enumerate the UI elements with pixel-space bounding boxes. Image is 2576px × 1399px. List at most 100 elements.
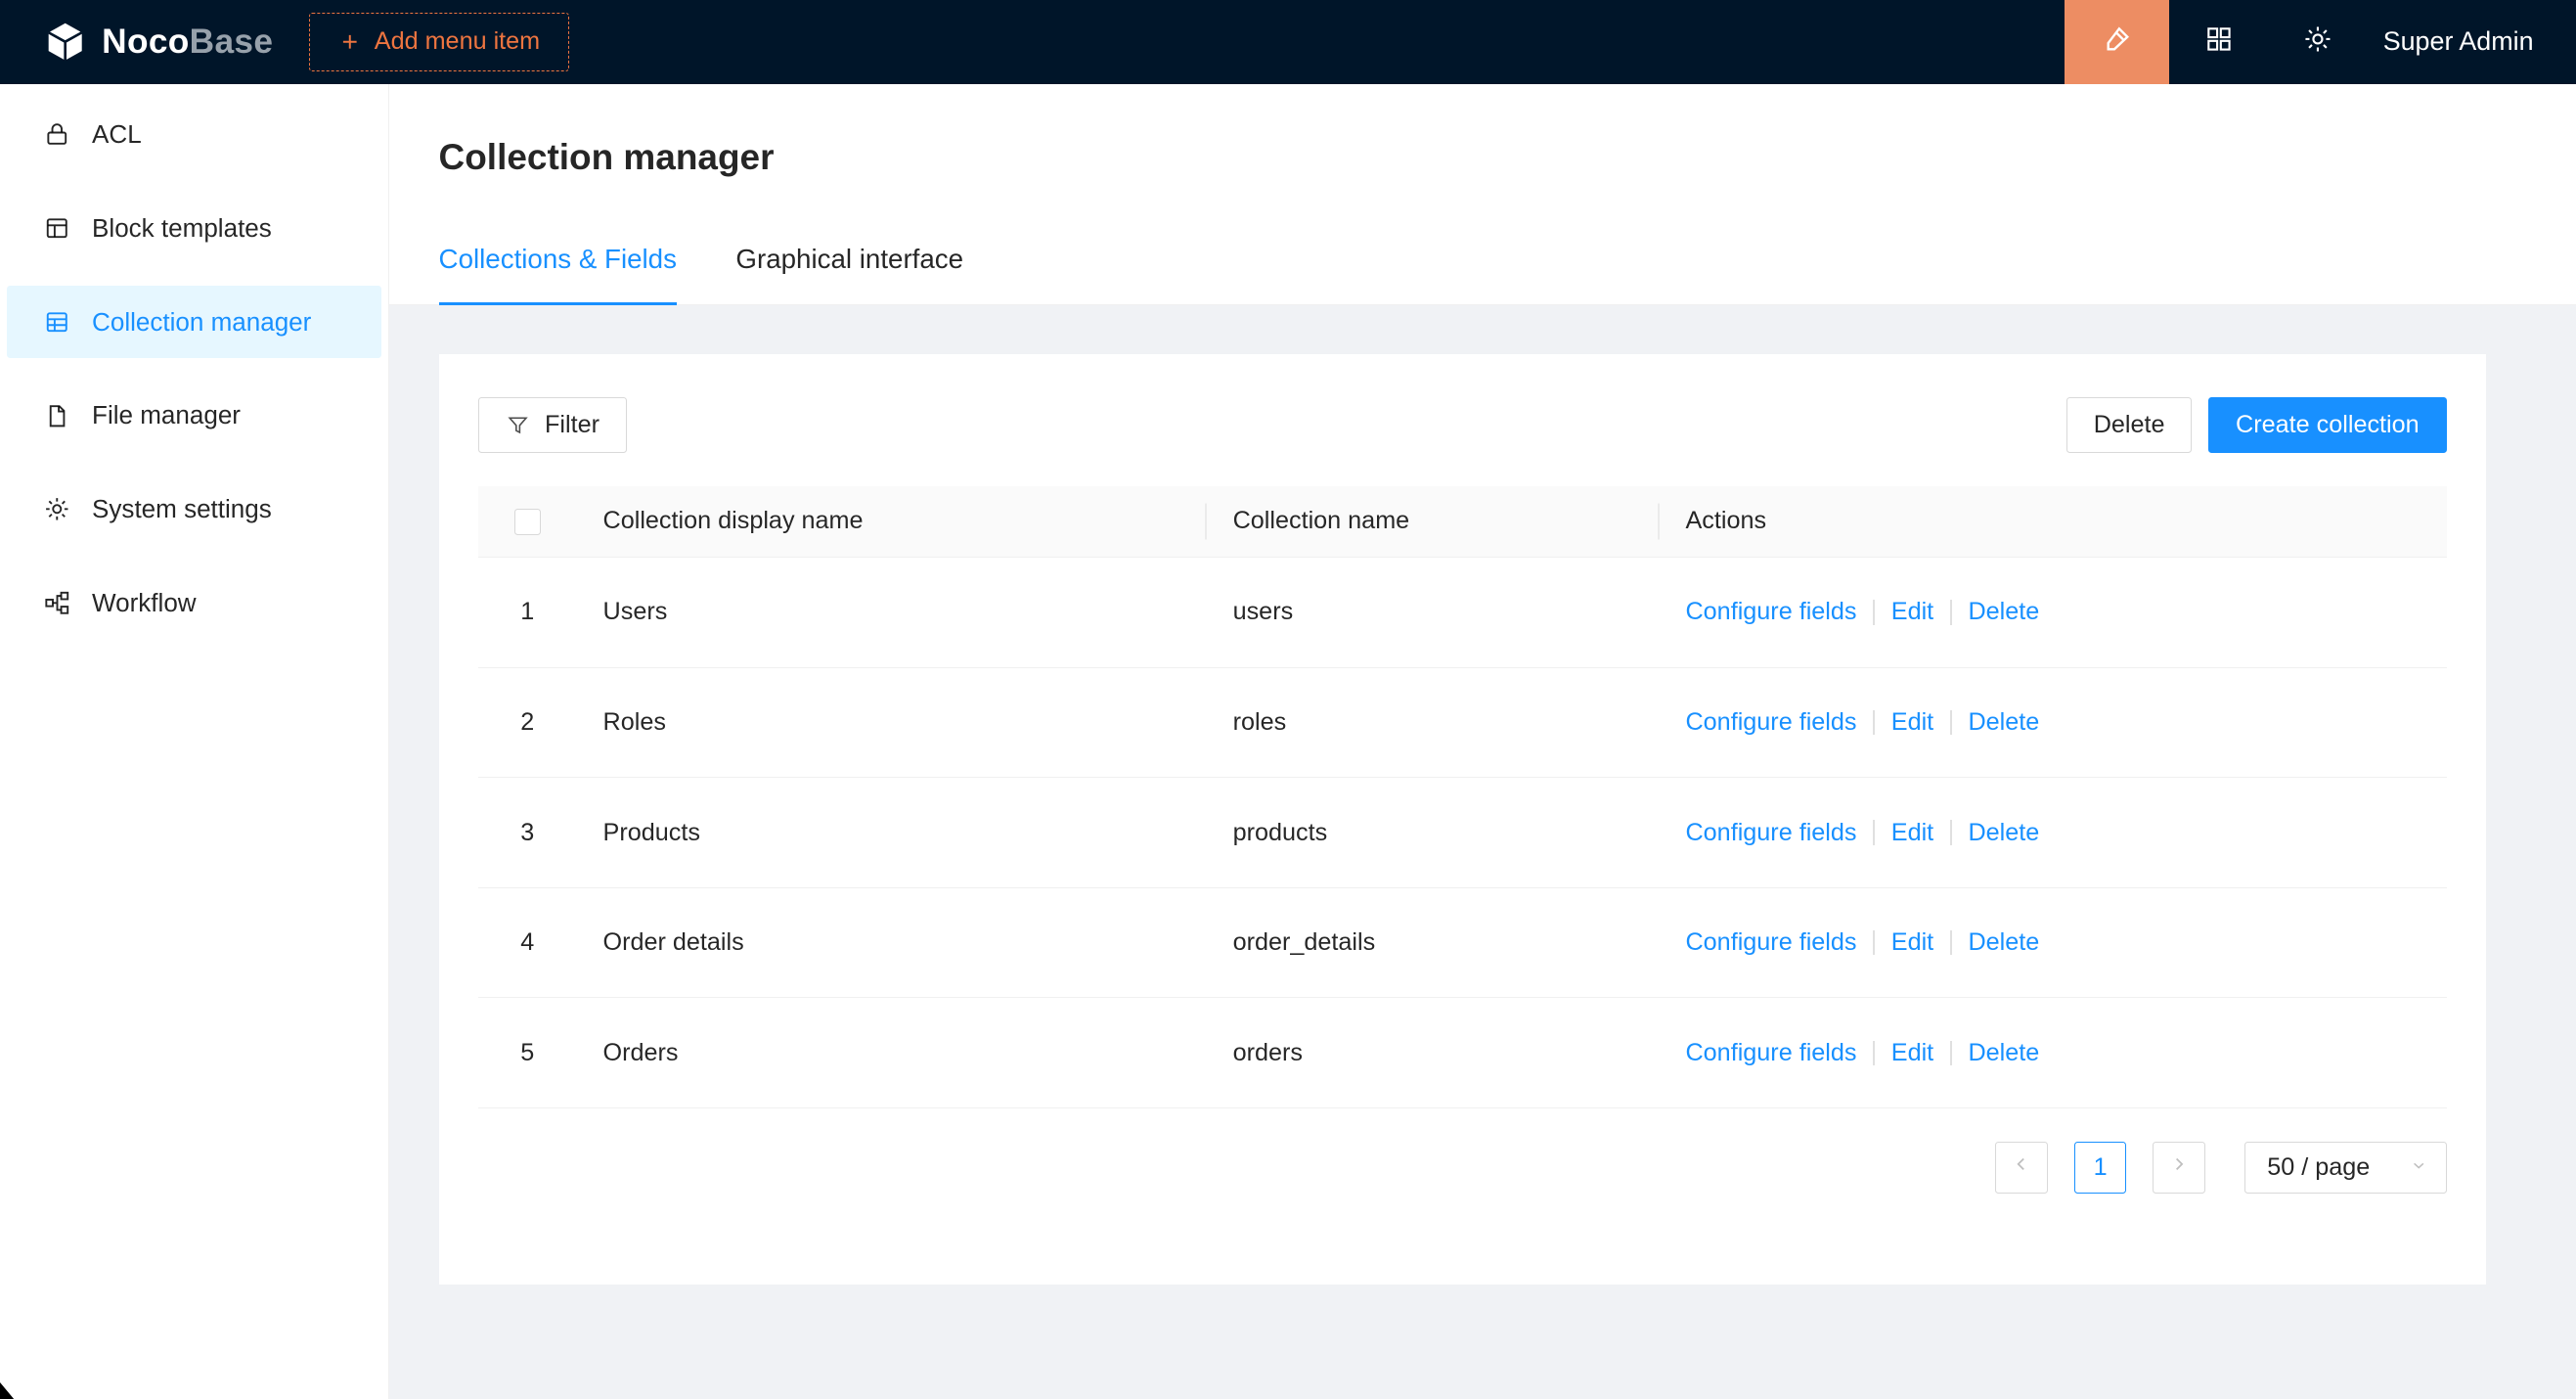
select-all-checkbox[interactable] [514, 509, 541, 535]
action-divider [1873, 710, 1875, 735]
plus-icon [338, 30, 362, 54]
add-menu-item-button[interactable]: Add menu item [309, 13, 568, 71]
action-edit[interactable]: Edit [1891, 598, 1933, 626]
sidebar: ACL Block templates Collection manager F… [0, 84, 389, 1399]
sidebar-item-acl[interactable]: ACL [7, 99, 382, 171]
row-actions: Configure fields Edit Delete [1685, 819, 2420, 847]
settings-button[interactable] [2268, 0, 2367, 84]
content-area: Filter Delete Create collection [389, 305, 2576, 1399]
page-size-select[interactable]: 50 / page [2244, 1142, 2446, 1195]
main-area: Collection manager Collections & Fields … [389, 84, 2576, 1399]
cell-display-name: Orders [577, 998, 1207, 1108]
ui-editor-button[interactable] [2065, 0, 2170, 84]
sidebar-item-workflow[interactable]: Workflow [7, 566, 382, 639]
action-delete[interactable]: Delete [1968, 708, 2039, 737]
delete-label: Delete [2094, 411, 2165, 439]
delete-button[interactable]: Delete [2066, 397, 2193, 453]
table-row[interactable]: 4 Order details order_details Configure … [478, 887, 2447, 998]
body-row: ACL Block templates Collection manager F… [0, 84, 2576, 1399]
sidebar-item-block-templates[interactable]: Block templates [7, 193, 382, 265]
table-row[interactable]: 1 Users users Configure fieldsEditDelete [478, 558, 2447, 668]
lock-icon [43, 120, 71, 149]
workflow-icon [43, 589, 71, 617]
grid-icon [2203, 23, 2235, 61]
action-divider [1873, 820, 1875, 844]
highlighter-icon [2101, 23, 2134, 62]
row-actions: Configure fields Edit Delete [1685, 708, 2420, 737]
action-configure-fields[interactable]: Configure fields [1685, 708, 1856, 737]
filter-button[interactable]: Filter [478, 397, 627, 453]
sidebar-item-label: Collection manager [92, 307, 311, 338]
sidebar-item-collection-manager[interactable]: Collection manager [7, 286, 382, 358]
header-collection-display-name: Collection display name [577, 486, 1207, 558]
tab-graphical-interface[interactable]: Graphical interface [735, 242, 963, 304]
action-configure-fields[interactable]: Configure fields [1685, 819, 1856, 847]
sidebar-item-label: System settings [92, 494, 272, 524]
action-edit[interactable]: Edit [1891, 928, 1933, 957]
gear-icon [2302, 23, 2333, 61]
pagination: 1 50 / page [478, 1142, 2447, 1195]
next-page-button[interactable] [2153, 1142, 2205, 1195]
action-delete[interactable]: Delete [1968, 819, 2039, 847]
cell-collection-name: roles [1207, 667, 1660, 778]
chevron-down-icon [2410, 1153, 2427, 1182]
table-header-row: Collection display name Collection name … [478, 486, 2447, 558]
cell-actions: Configure fields Edit Delete [1660, 998, 2447, 1108]
action-edit[interactable]: Edit [1891, 708, 1933, 737]
filter-icon [506, 413, 530, 437]
collection-icon [43, 308, 71, 337]
row-index: 2 [478, 667, 577, 778]
brand-logo[interactable]: NocoBase [0, 20, 309, 64]
chevron-right-icon [2168, 1153, 2190, 1182]
action-divider [1873, 1041, 1875, 1065]
table-row[interactable]: 5 Orders orders Configure fieldsEditDele… [478, 998, 2447, 1108]
action-divider [1950, 820, 1952, 844]
header-collection-name: Collection name [1207, 486, 1660, 558]
sidebar-item-file-manager[interactable]: File manager [7, 380, 382, 452]
sidebar-item-label: File manager [92, 400, 241, 430]
sidebar-item-system-settings[interactable]: System settings [7, 474, 382, 546]
plugins-button[interactable] [2169, 0, 2268, 84]
prev-page-button[interactable] [1995, 1142, 2048, 1195]
action-divider [1873, 600, 1875, 624]
action-delete[interactable]: Delete [1968, 1039, 2039, 1067]
cursor-artifact [0, 1382, 15, 1398]
action-edit[interactable]: Edit [1891, 819, 1933, 847]
table-row[interactable]: 3 Products products Configure fieldsEdit… [478, 778, 2447, 888]
cell-actions: Configure fields Edit Delete [1660, 667, 2447, 778]
nocobase-logo-icon [43, 20, 87, 64]
user-menu[interactable]: Super Admin [2367, 26, 2576, 57]
block-icon [43, 214, 71, 243]
action-configure-fields[interactable]: Configure fields [1685, 598, 1856, 626]
add-menu-item-label: Add menu item [375, 27, 540, 56]
action-divider [1950, 1041, 1952, 1065]
cell-display-name: Roles [577, 667, 1207, 778]
action-divider [1950, 710, 1952, 735]
page-number: 1 [2094, 1153, 2108, 1182]
action-divider [1873, 930, 1875, 955]
create-collection-button[interactable]: Create collection [2208, 397, 2446, 453]
action-configure-fields[interactable]: Configure fields [1685, 928, 1856, 957]
sidebar-item-label: ACL [92, 119, 142, 150]
action-edit[interactable]: Edit [1891, 1039, 1933, 1067]
row-actions: Configure fields Edit Delete [1685, 598, 2420, 626]
row-index: 4 [478, 887, 577, 998]
filter-label: Filter [545, 411, 600, 439]
topbar: NocoBase Add menu item [0, 0, 2576, 84]
tab-collections-fields[interactable]: Collections & Fields [439, 242, 677, 304]
cell-collection-name: products [1207, 778, 1660, 888]
action-divider [1950, 930, 1952, 955]
cell-actions: Configure fields Edit Delete [1660, 558, 2447, 668]
cell-collection-name: order_details [1207, 887, 1660, 998]
card-toolbar: Filter Delete Create collection [478, 397, 2447, 453]
action-configure-fields[interactable]: Configure fields [1685, 1039, 1856, 1067]
page-1-button[interactable]: 1 [2074, 1142, 2127, 1195]
action-delete[interactable]: Delete [1968, 928, 2039, 957]
page-size-value: 50 / page [2267, 1153, 2370, 1182]
collections-table: Collection display name Collection name … [478, 486, 2447, 1108]
action-delete[interactable]: Delete [1968, 598, 2039, 626]
page-header: Collection manager Collections & Fields … [389, 84, 2576, 305]
cell-actions: Configure fields Edit Delete [1660, 778, 2447, 888]
table-row[interactable]: 2 Roles roles Configure fields Edit Delete [478, 667, 2447, 778]
chevron-left-icon [2011, 1153, 2032, 1182]
